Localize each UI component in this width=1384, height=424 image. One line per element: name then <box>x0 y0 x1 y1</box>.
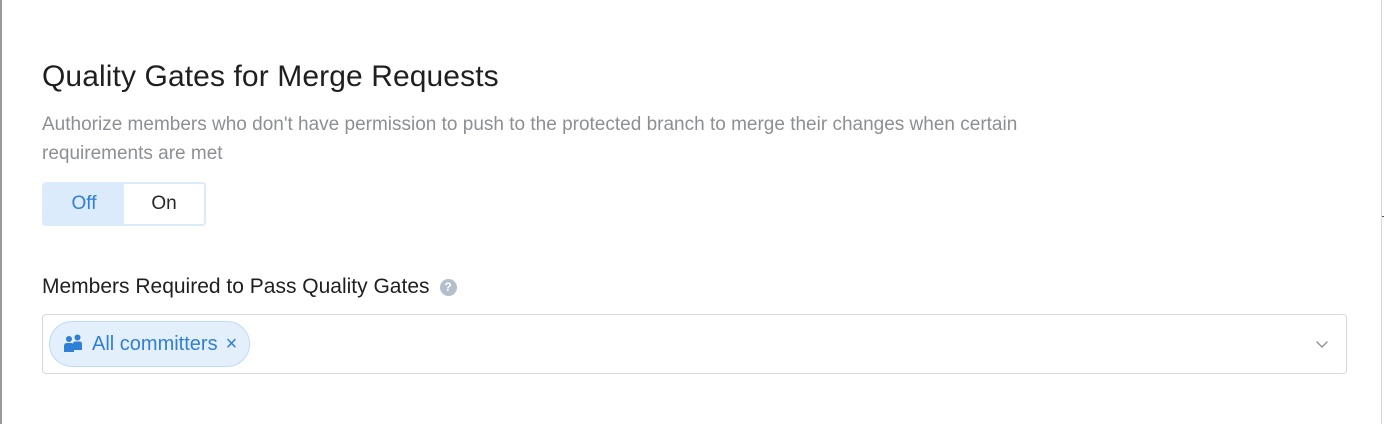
settings-panel: Quality Gates for Merge Requests Authori… <box>0 0 1384 424</box>
toggle-off-option[interactable]: Off <box>44 184 124 224</box>
toggle-on-option[interactable]: On <box>124 184 204 224</box>
quality-gates-section: Quality Gates for Merge Requests Authori… <box>42 58 1347 374</box>
members-field-label-text: Members Required to Pass Quality Gates <box>42 275 430 298</box>
users-icon <box>62 333 84 355</box>
section-title: Quality Gates for Merge Requests <box>42 60 499 93</box>
section-description: Authorize members who don't have permiss… <box>42 114 1018 164</box>
members-select[interactable]: All committers × <box>42 314 1347 374</box>
chip-remove-icon[interactable]: × <box>226 334 238 354</box>
chip-label: All committers <box>92 332 218 355</box>
quality-gates-toggle: Off On <box>42 182 206 226</box>
all-committers-chip: All committers × <box>49 321 251 367</box>
members-field-label: Members Required to Pass Quality Gates ? <box>42 272 1347 302</box>
question-circle-icon[interactable]: ? <box>439 278 457 296</box>
chevron-down-icon[interactable] <box>1314 336 1330 352</box>
